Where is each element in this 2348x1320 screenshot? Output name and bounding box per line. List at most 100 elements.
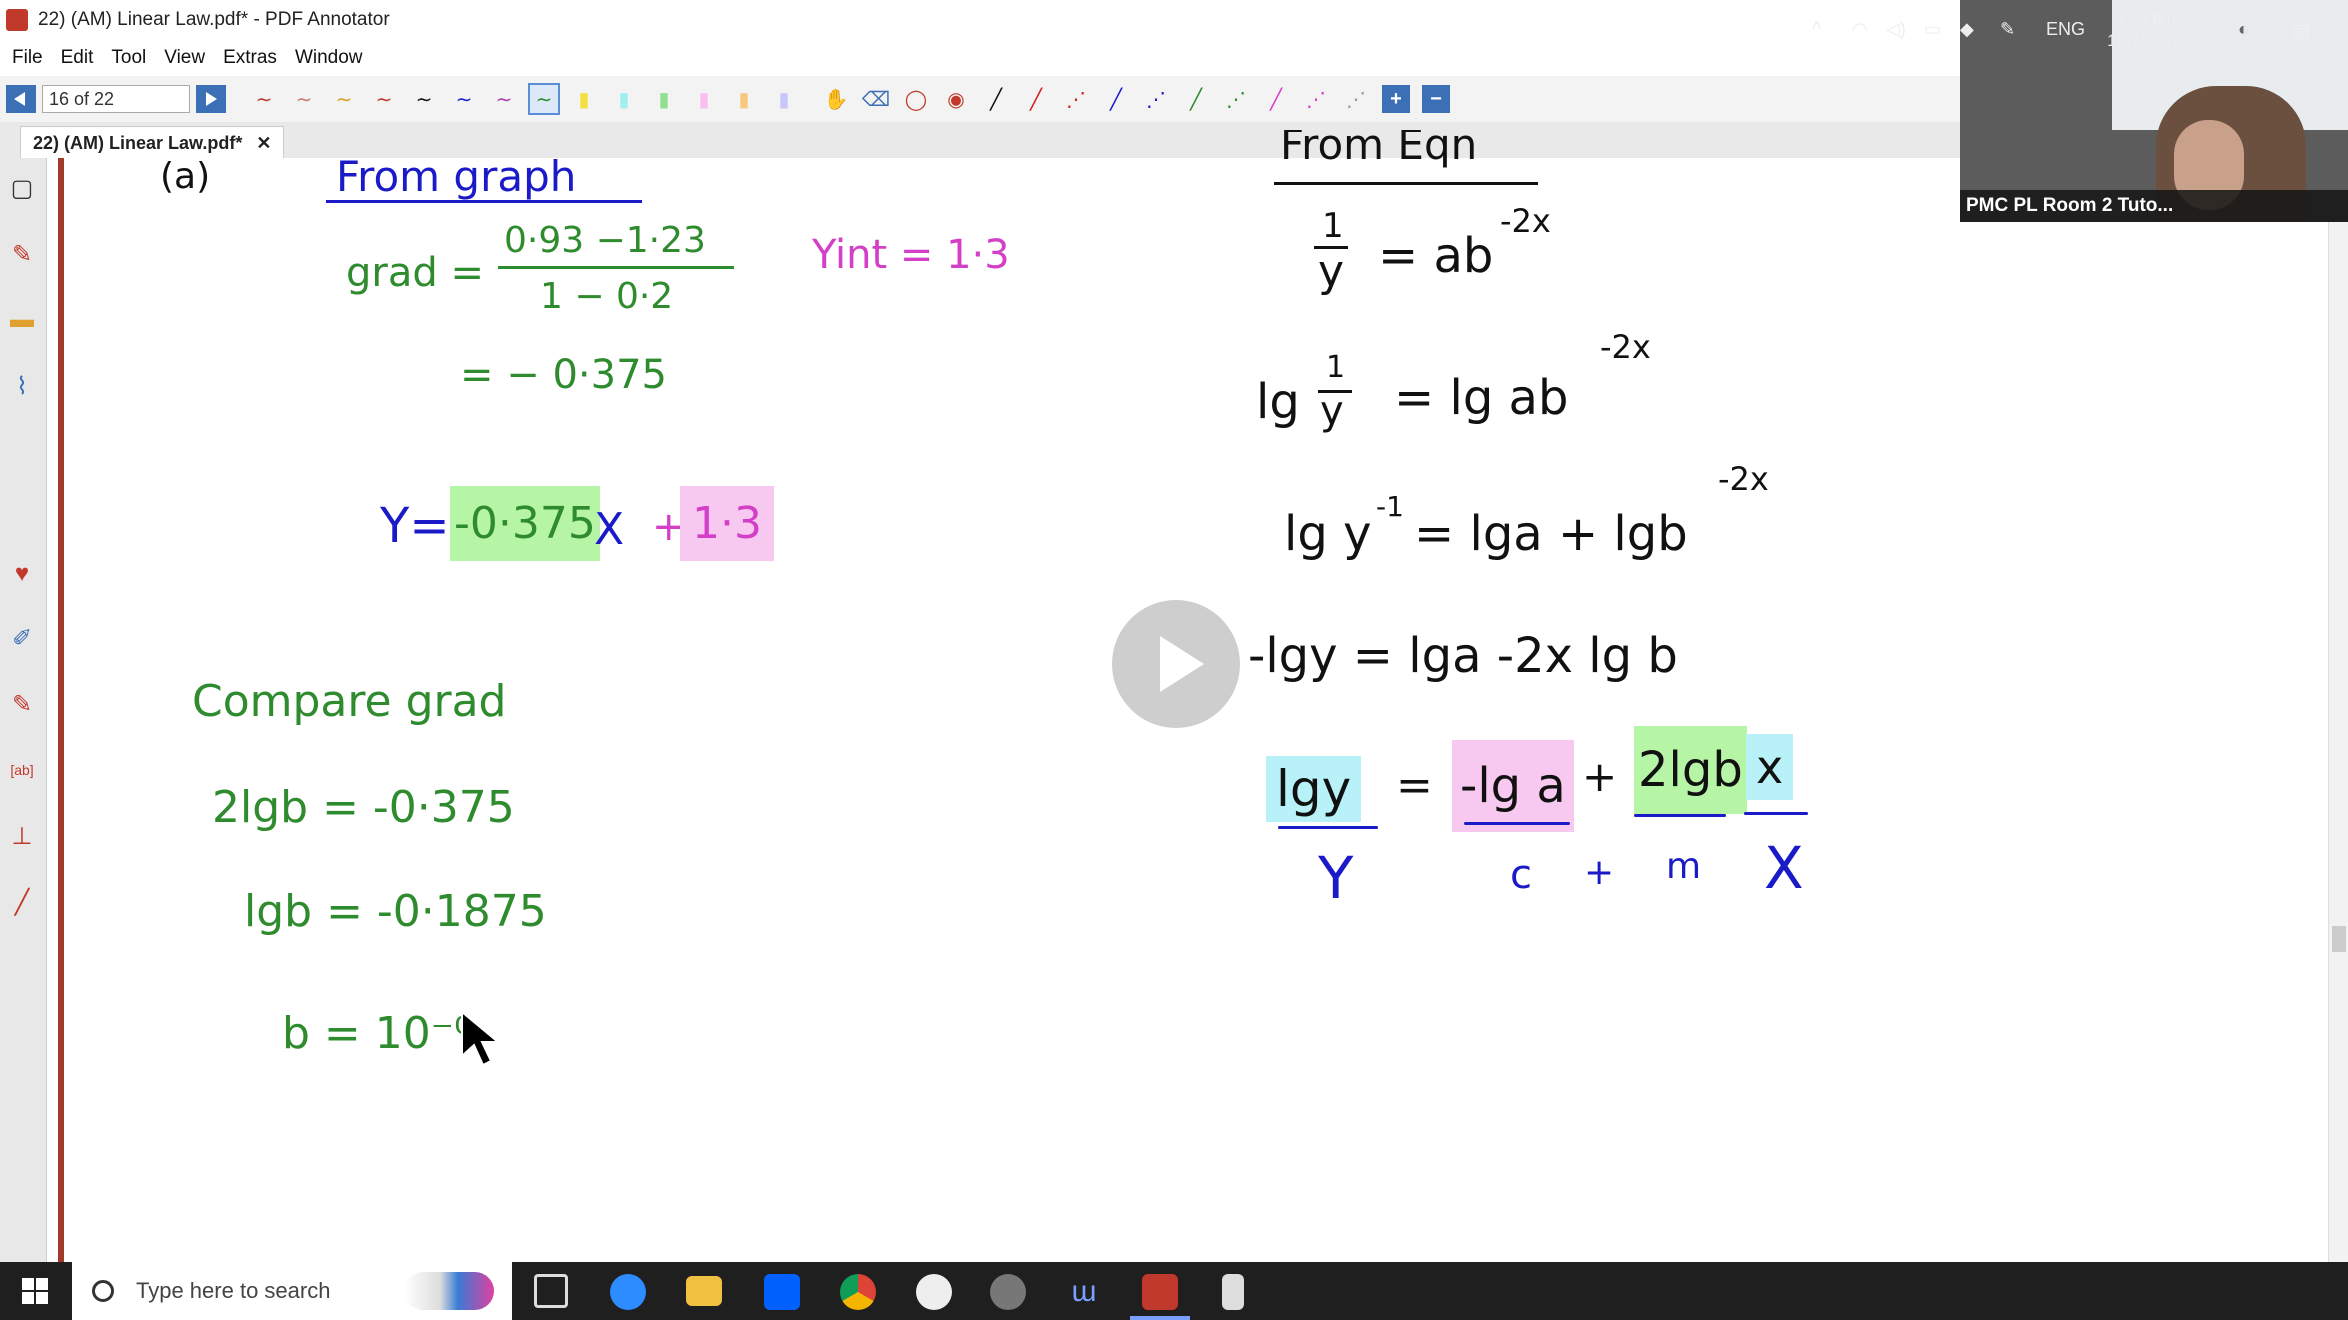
window-title: 22) (AM) Linear Law.pdf* - PDF Annotator — [38, 9, 390, 30]
previous-page-button[interactable] — [6, 85, 36, 113]
eq1-exponent: -2x — [1500, 202, 1551, 240]
line-tool-icon[interactable]: ╱ — [6, 886, 38, 918]
dropbox-icon[interactable] — [764, 1274, 800, 1310]
system-clock[interactable]: 5:23 pm 12/7/2026 — [2090, 6, 2200, 52]
task-view-icon[interactable] — [534, 1274, 568, 1308]
text-box-icon[interactable]: [ab] — [6, 754, 38, 786]
line-eq-gradient: -0·375 — [450, 486, 600, 561]
eq5-gradient: 2lgb — [1634, 726, 1747, 814]
dropbox-tray-icon[interactable]: ◆ — [1960, 0, 1974, 58]
battery-icon[interactable]: ▭ — [1924, 0, 1941, 58]
toolbar: 16 of 22 ∼ ∼ ∼ ∼ ∼ ∼ ∼ ∼ ▮ ▮ ▮ ▮ ▮ ▮ ✋ ⌫… — [0, 76, 1960, 123]
eq5-intercept: -lg a — [1452, 740, 1574, 832]
highlighter-tool-icon[interactable]: ✎ — [6, 688, 38, 720]
dashed-line-blue-icon[interactable]: ⋰ — [1142, 85, 1170, 113]
scrollbar-thumb[interactable] — [2332, 926, 2346, 952]
pen-blue-icon[interactable]: ∼ — [450, 85, 478, 113]
search-highlight-icon[interactable] — [404, 1272, 494, 1310]
highlighter-yellow-icon[interactable]: ▮ — [570, 85, 598, 113]
folder-icon[interactable]: ▬ — [6, 304, 38, 336]
zoom-app-icon[interactable] — [610, 1274, 646, 1310]
stamp-icon[interactable]: ⊥ — [6, 820, 38, 852]
pen-pink-icon[interactable]: ∼ — [290, 85, 318, 113]
vertical-scrollbar[interactable] — [2328, 158, 2348, 1262]
eq1-rhs: = ab — [1378, 228, 1494, 284]
language-indicator[interactable]: ENG — [2046, 0, 2085, 58]
menu-window[interactable]: Window — [295, 47, 363, 69]
menu-view[interactable]: View — [164, 47, 205, 69]
y-intercept: Yint = 1·3 — [812, 232, 1010, 278]
clock-app-icon[interactable] — [916, 1274, 952, 1310]
pen-tool-icon[interactable]: ✎ — [6, 238, 38, 270]
wifi-icon[interactable]: ◠ — [1852, 0, 1868, 58]
tray-chevron-up-icon[interactable]: ^ — [1812, 0, 1821, 58]
pen-darkred-icon[interactable]: ∼ — [370, 85, 398, 113]
pen-purple-icon[interactable]: ∼ — [490, 85, 518, 113]
writing-app-icon[interactable]: ɯ — [1066, 1274, 1102, 1310]
page-thumbnail-icon[interactable]: ▢ — [6, 172, 38, 204]
step-lgb: lgb = -0·1875 — [244, 886, 547, 937]
play-button[interactable] — [1112, 600, 1240, 728]
favorites-heart-icon[interactable]: ♥ — [6, 558, 38, 590]
brace-gradient — [1634, 814, 1726, 817]
menu-bar: File Edit Tool View Extras Window — [0, 40, 1960, 76]
line-blue-icon[interactable]: ╱ — [1102, 85, 1130, 113]
zoom-in-icon[interactable]: + — [1382, 85, 1410, 113]
eq2-rhs: = lg ab — [1394, 370, 1569, 426]
from-eqn-underline — [1274, 182, 1538, 185]
file-explorer-icon[interactable] — [686, 1276, 722, 1306]
dashed-line-green-icon[interactable]: ⋰ — [1222, 85, 1250, 113]
step-b: b = 10⁻⁰ — [282, 1008, 472, 1059]
highlighter-orange-icon[interactable]: ▮ — [730, 85, 758, 113]
pen-orange-icon[interactable]: ∼ — [330, 85, 358, 113]
chrome-icon[interactable] — [840, 1274, 876, 1310]
eraser-icon[interactable]: ⌫ — [862, 85, 890, 113]
highlighter-cyan-icon[interactable]: ▮ — [610, 85, 638, 113]
highlighter-lavender-icon[interactable]: ▮ — [770, 85, 798, 113]
pen-red-icon[interactable]: ∼ — [250, 85, 278, 113]
lasso-icon[interactable]: ◯ — [902, 85, 930, 113]
pen-tray-icon[interactable]: ✎ — [2000, 0, 2015, 58]
eq3-lhs: lg y — [1284, 506, 1372, 562]
menu-file[interactable]: File — [12, 47, 43, 69]
highlighter-pink-icon[interactable]: ▮ — [690, 85, 718, 113]
line-red-icon[interactable]: ╱ — [1022, 85, 1050, 113]
grad-fraction-bar — [498, 266, 734, 269]
eq2-exponent: -2x — [1600, 328, 1651, 366]
hand-tool-icon[interactable]: ✋ — [822, 85, 850, 113]
pen-green-icon[interactable]: ∼ — [528, 83, 560, 115]
zoom-out-icon[interactable]: − — [1422, 85, 1450, 113]
line-green-icon[interactable]: ╱ — [1182, 85, 1210, 113]
menu-edit[interactable]: Edit — [61, 47, 94, 69]
mouse-cursor-icon — [461, 1010, 500, 1067]
next-page-button[interactable] — [196, 85, 226, 113]
app-icon-gray[interactable] — [990, 1274, 1026, 1310]
dashed-line-magenta-icon[interactable]: ⋰ — [1302, 85, 1330, 113]
compare-grad-heading: Compare grad — [192, 676, 507, 727]
volume-icon[interactable]: ◁) — [1886, 0, 1906, 58]
pdf-annotator-taskbar-icon[interactable] — [1142, 1274, 1178, 1310]
dashed-line-gray-icon[interactable]: ⋰ — [1342, 85, 1370, 113]
calculator-icon[interactable] — [1222, 1274, 1244, 1310]
line-black-icon[interactable]: ╱ — [982, 85, 1010, 113]
windows-start-icon[interactable] — [22, 1278, 48, 1304]
notifications-icon[interactable]: ▤ — [2290, 0, 2311, 58]
left-sidebar: ▢ ✎ ▬ ⌇ ♥ ✐ ✎ [ab] ⊥ ╱ — [0, 158, 47, 1262]
document-tab[interactable]: 22) (AM) Linear Law.pdf* ✕ — [20, 126, 285, 159]
heading-underline — [326, 200, 642, 203]
from-graph-heading: From graph — [336, 152, 577, 201]
menu-extras[interactable]: Extras — [223, 47, 277, 69]
brace-intercept — [1464, 822, 1570, 825]
eq3-lhs-exponent: -1 — [1376, 490, 1404, 523]
line-magenta-icon[interactable]: ╱ — [1262, 85, 1290, 113]
highlighter-green-icon[interactable]: ▮ — [650, 85, 678, 113]
record-icon[interactable]: ◉ — [942, 85, 970, 113]
label-m: m — [1666, 846, 1702, 887]
dashed-line-red-icon[interactable]: ⋰ — [1062, 85, 1090, 113]
page-number-input[interactable]: 16 of 22 — [42, 85, 190, 113]
close-tab-icon[interactable]: ✕ — [256, 133, 271, 154]
menu-tool[interactable]: Tool — [111, 47, 146, 69]
attachment-icon[interactable]: ⌇ — [6, 370, 38, 402]
pen-black-icon[interactable]: ∼ — [410, 85, 438, 113]
brush-icon[interactable]: ✐ — [6, 622, 38, 654]
